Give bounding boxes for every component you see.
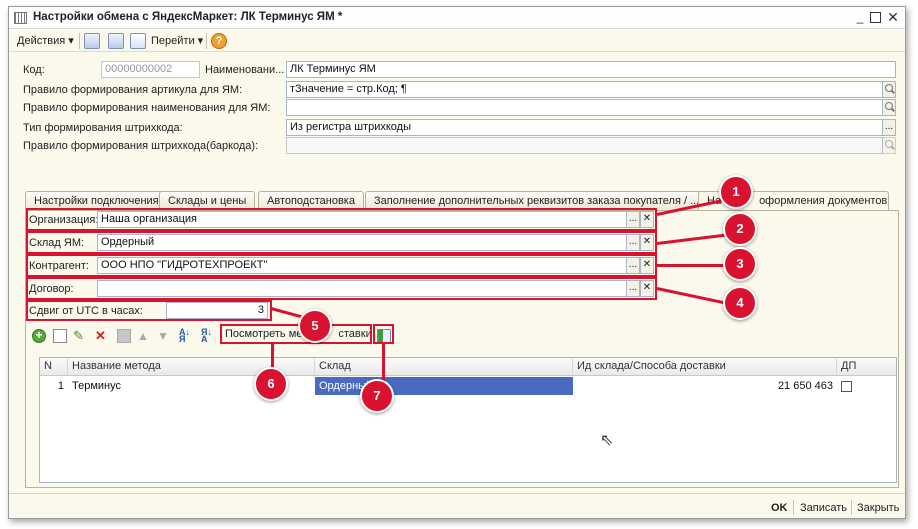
search-icon[interactable] [882, 137, 896, 154]
delete-icon[interactable]: ✕ [95, 329, 109, 343]
name-rule-label: Правило формирования наименования для ЯМ… [23, 102, 271, 114]
callout-badge-2: 2 [723, 212, 757, 246]
bottom-separator [793, 500, 794, 515]
bottom-separator [851, 500, 852, 515]
search-icon[interactable] [882, 81, 896, 98]
barcode-rule-field[interactable] [286, 137, 883, 154]
article-rule-field[interactable]: тЗначение = стр.Код; ¶ [286, 81, 883, 98]
cell-method: Терминус [72, 380, 121, 392]
ok-button[interactable]: OK [771, 502, 788, 514]
copy-row-icon[interactable] [53, 329, 67, 343]
window-title: Настройки обмена с ЯндексМаркет: ЛК Терм… [33, 11, 343, 23]
search-icon[interactable] [882, 99, 896, 116]
move-up-icon[interactable]: ▲ [137, 329, 151, 343]
title-bar: Настройки обмена с ЯндексМаркет: ЛК Терм… [9, 7, 905, 29]
highlight-warehouse [26, 231, 657, 254]
column-header-dp[interactable]: ДП [837, 358, 896, 376]
toolbar-separator [79, 33, 80, 49]
callout-badge-4: 4 [723, 286, 757, 320]
callout-badge-1: 1 [719, 175, 753, 209]
callout-badge-6: 6 [254, 367, 288, 401]
save-close-icon[interactable] [84, 33, 100, 49]
article-rule-label: Правило формирования артикула для ЯМ: [23, 84, 243, 96]
toolbar: Действия ▾ Перейти ▾ ? [9, 30, 905, 52]
column-header-n[interactable]: N [40, 358, 68, 376]
name-label: Наименовани... [205, 64, 285, 76]
sort-asc-icon[interactable]: A↓ Я [179, 328, 193, 344]
connector-line [657, 264, 727, 267]
highlight-utc [26, 300, 272, 321]
barcode-type-label: Тип формирования штрихкода: [23, 122, 183, 134]
dp-checkbox[interactable] [841, 381, 852, 392]
toolbar-separator [206, 33, 207, 49]
callout-badge-3: 3 [723, 247, 757, 281]
column-header-id[interactable]: Ид склада/Способа доставки [573, 358, 837, 376]
delivery-methods-table[interactable]: N Название метода Склад Ид склада/Способ… [39, 357, 897, 483]
code-label: Код: [23, 64, 45, 76]
highlight-import [373, 324, 394, 344]
close-icon[interactable]: ✕ [886, 10, 900, 24]
copy-icon[interactable] [130, 33, 146, 49]
connector-line [382, 344, 385, 384]
edit-icon[interactable]: ✎ [73, 329, 87, 343]
sort-desc-icon[interactable]: Я↓ A [201, 328, 215, 344]
callout-badge-5: 5 [298, 309, 332, 343]
barcode-rule-label: Правило формирования штрихкода(баркода): [23, 140, 259, 152]
actions-menu[interactable]: Действия ▾ [17, 34, 74, 47]
refresh-icon[interactable] [108, 33, 124, 49]
cell-warehouse[interactable]: Ордерный [315, 377, 573, 395]
add-icon[interactable]: + [32, 329, 46, 343]
code-field[interactable]: 00000000002 [101, 61, 200, 78]
minimize-icon[interactable]: _ [853, 10, 867, 24]
settings-window: Настройки обмена с ЯндексМаркет: ЛК Терм… [8, 6, 906, 519]
highlight-organization [26, 208, 657, 231]
column-header-warehouse[interactable]: Склад [315, 358, 573, 376]
highlight-contract [26, 277, 657, 300]
name-field[interactable]: ЛК Терминус ЯМ [286, 61, 896, 78]
save-button[interactable]: Записать [800, 502, 847, 514]
name-rule-field[interactable] [286, 99, 883, 116]
select-button[interactable]: ... [882, 119, 896, 136]
bottom-bar: OK Записать Закрыть [9, 493, 905, 520]
mouse-cursor-icon: ⇖ [600, 432, 614, 449]
barcode-type-field[interactable]: Из регистра штрихкоды [286, 119, 883, 136]
maximize-icon[interactable] [870, 12, 881, 23]
close-button[interactable]: Закрыть [857, 502, 899, 514]
goto-menu[interactable]: Перейти ▾ [151, 34, 203, 47]
help-icon[interactable]: ? [211, 33, 227, 49]
cell-n: 1 [57, 380, 64, 392]
cell-id: 21 650 463 [777, 380, 833, 392]
highlight-contractor [26, 254, 657, 277]
callout-badge-7: 7 [360, 379, 394, 413]
end-edit-icon[interactable] [117, 329, 131, 343]
form-icon [14, 12, 27, 24]
move-down-icon[interactable]: ▼ [157, 329, 171, 343]
highlight-view-methods [220, 324, 372, 344]
